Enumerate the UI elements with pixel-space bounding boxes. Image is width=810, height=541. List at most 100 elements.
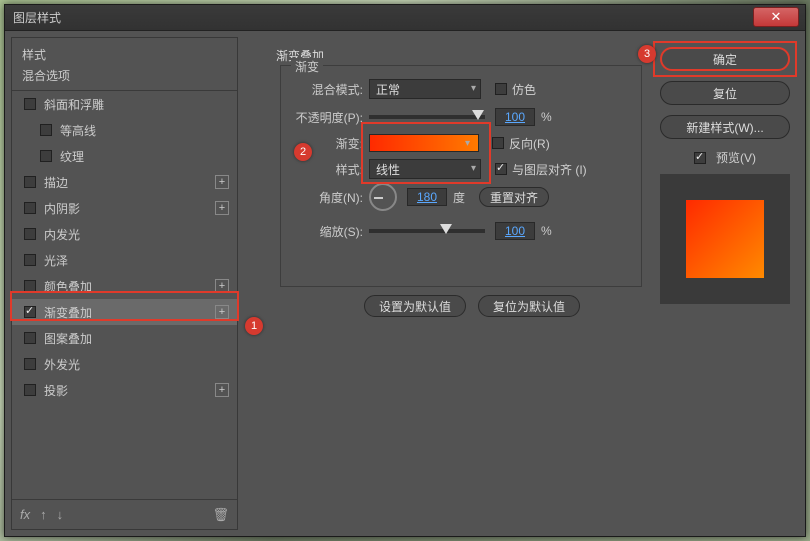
styles-heading: 样式	[12, 38, 237, 67]
panel-footer: fx ↑ ↓ 🗑	[12, 499, 237, 529]
chevron-down-icon: ▾	[471, 83, 476, 94]
callout-2: 2	[294, 143, 312, 161]
list-item-gradient-overlay[interactable]: 渐变叠加 +	[12, 299, 237, 325]
effect-label: 纹理	[60, 148, 84, 165]
callout-3: 3	[638, 45, 656, 63]
ok-button[interactable]: 确定	[660, 47, 790, 71]
list-item[interactable]: 图案叠加	[12, 325, 237, 351]
gradient-label: 渐变:	[329, 135, 363, 152]
style-label: 样式:	[329, 161, 363, 178]
effect-label: 渐变叠加	[44, 304, 92, 321]
align-label: 与图层对齐 (I)	[512, 161, 587, 178]
add-effect-icon[interactable]: +	[215, 279, 229, 293]
dither-checkbox[interactable]	[495, 83, 507, 95]
trash-icon[interactable]: 🗑	[212, 507, 229, 523]
cancel-button[interactable]: 复位	[660, 81, 790, 105]
effect-label: 光泽	[44, 252, 68, 269]
list-item[interactable]: 投影 +	[12, 377, 237, 403]
list-item[interactable]: 颜色叠加 +	[12, 273, 237, 299]
scale-slider[interactable]	[369, 229, 485, 233]
fx-menu-icon[interactable]: fx	[20, 507, 30, 522]
blend-mode-label: 混合模式:	[291, 81, 363, 98]
list-item[interactable]: 描边 +	[12, 169, 237, 195]
opacity-unit: %	[541, 110, 552, 124]
effect-label: 内发光	[44, 226, 80, 243]
list-item[interactable]: 斜面和浮雕	[12, 91, 237, 117]
effect-checkbox[interactable]	[24, 384, 36, 396]
effect-checkbox[interactable]	[24, 332, 36, 344]
list-item[interactable]: 光泽	[12, 247, 237, 273]
angle-label: 角度(N):	[311, 189, 363, 206]
effect-label: 描边	[44, 174, 68, 191]
preview-label: 预览(V)	[716, 149, 756, 166]
chevron-down-icon[interactable]: ▾	[465, 138, 470, 149]
action-panel: 确定 复位 新建样式(W)... 预览(V)	[651, 37, 799, 530]
effect-label: 等高线	[60, 122, 96, 139]
effect-checkbox[interactable]	[40, 150, 52, 162]
titlebar[interactable]: 图层样式 ✕	[5, 5, 805, 31]
scale-unit: %	[541, 224, 552, 238]
settings-panel: 渐变叠加 渐变 混合模式: 正常▾ 仿色 不透明度(P): 100 % 渐变:	[244, 37, 645, 530]
opacity-label: 不透明度(P):	[281, 109, 363, 126]
set-default-button[interactable]: 设置为默认值	[364, 295, 466, 317]
angle-dial[interactable]	[369, 183, 397, 211]
new-style-button[interactable]: 新建样式(W)...	[660, 115, 790, 139]
reset-default-button[interactable]: 复位为默认值	[478, 295, 580, 317]
list-item[interactable]: 内阴影 +	[12, 195, 237, 221]
angle-value[interactable]: 180	[407, 188, 447, 206]
reverse-checkbox[interactable]	[492, 137, 504, 149]
effect-label: 图案叠加	[44, 330, 92, 347]
align-checkbox[interactable]	[495, 163, 507, 175]
blend-mode-select[interactable]: 正常 ▾	[369, 79, 481, 99]
close-button[interactable]: ✕	[753, 7, 799, 27]
blending-options[interactable]: 混合选项	[12, 67, 237, 91]
effect-checkbox[interactable]	[24, 358, 36, 370]
add-effect-icon[interactable]: +	[215, 305, 229, 319]
preview-swatch	[686, 200, 764, 278]
effect-label: 内阴影	[44, 200, 80, 217]
effect-checkbox[interactable]	[24, 254, 36, 266]
move-up-icon[interactable]: ↑	[40, 507, 47, 522]
reset-align-button[interactable]: 重置对齐	[479, 187, 549, 207]
dither-label: 仿色	[512, 81, 536, 98]
preview-box	[660, 174, 790, 304]
effect-label: 颜色叠加	[44, 278, 92, 295]
angle-unit: 度	[453, 189, 465, 206]
effect-label: 投影	[44, 382, 68, 399]
move-down-icon[interactable]: ↓	[57, 507, 64, 522]
callout-1: 1	[245, 317, 263, 335]
opacity-slider[interactable]	[369, 115, 485, 119]
style-select[interactable]: 线性 ▾	[369, 159, 481, 179]
list-item[interactable]: 等高线	[12, 117, 237, 143]
add-effect-icon[interactable]: +	[215, 383, 229, 397]
chevron-down-icon: ▾	[471, 163, 476, 174]
effect-label: 斜面和浮雕	[44, 96, 104, 113]
scale-value[interactable]: 100	[495, 222, 535, 240]
effect-checkbox[interactable]	[24, 280, 36, 292]
effect-checkbox[interactable]	[24, 98, 36, 110]
list-item[interactable]: 外发光	[12, 351, 237, 377]
styles-panel: 样式 混合选项 斜面和浮雕 等高线 纹理 描边 + 内阴影 + 内发光 光泽 颜色叠…	[11, 37, 238, 530]
list-item[interactable]: 纹理	[12, 143, 237, 169]
list-item[interactable]: 内发光	[12, 221, 237, 247]
dialog-window: 图层样式 ✕ 样式 混合选项 斜面和浮雕 等高线 纹理 描边 + 内阴影 + 内发光…	[4, 4, 806, 537]
preview-checkbox[interactable]	[694, 152, 706, 164]
effect-checkbox[interactable]	[24, 306, 36, 318]
gradient-swatch[interactable]	[369, 134, 479, 152]
effects-list: 斜面和浮雕 等高线 纹理 描边 + 内阴影 + 内发光 光泽 颜色叠加 + 渐变叠加 +…	[12, 91, 237, 499]
content-area: 样式 混合选项 斜面和浮雕 等高线 纹理 描边 + 内阴影 + 内发光 光泽 颜色叠…	[5, 31, 805, 536]
scale-label: 缩放(S):	[311, 223, 363, 240]
group-label: 渐变	[291, 58, 323, 75]
opacity-value[interactable]: 100	[495, 108, 535, 126]
effect-checkbox[interactable]	[24, 202, 36, 214]
add-effect-icon[interactable]: +	[215, 175, 229, 189]
effect-checkbox[interactable]	[24, 176, 36, 188]
effect-checkbox[interactable]	[40, 124, 52, 136]
add-effect-icon[interactable]: +	[215, 201, 229, 215]
style-value: 线性	[376, 161, 400, 178]
effect-checkbox[interactable]	[24, 228, 36, 240]
window-title: 图层样式	[13, 9, 61, 26]
blend-mode-value: 正常	[376, 81, 400, 98]
close-icon: ✕	[771, 9, 782, 25]
reverse-label: 反向(R)	[509, 135, 550, 152]
